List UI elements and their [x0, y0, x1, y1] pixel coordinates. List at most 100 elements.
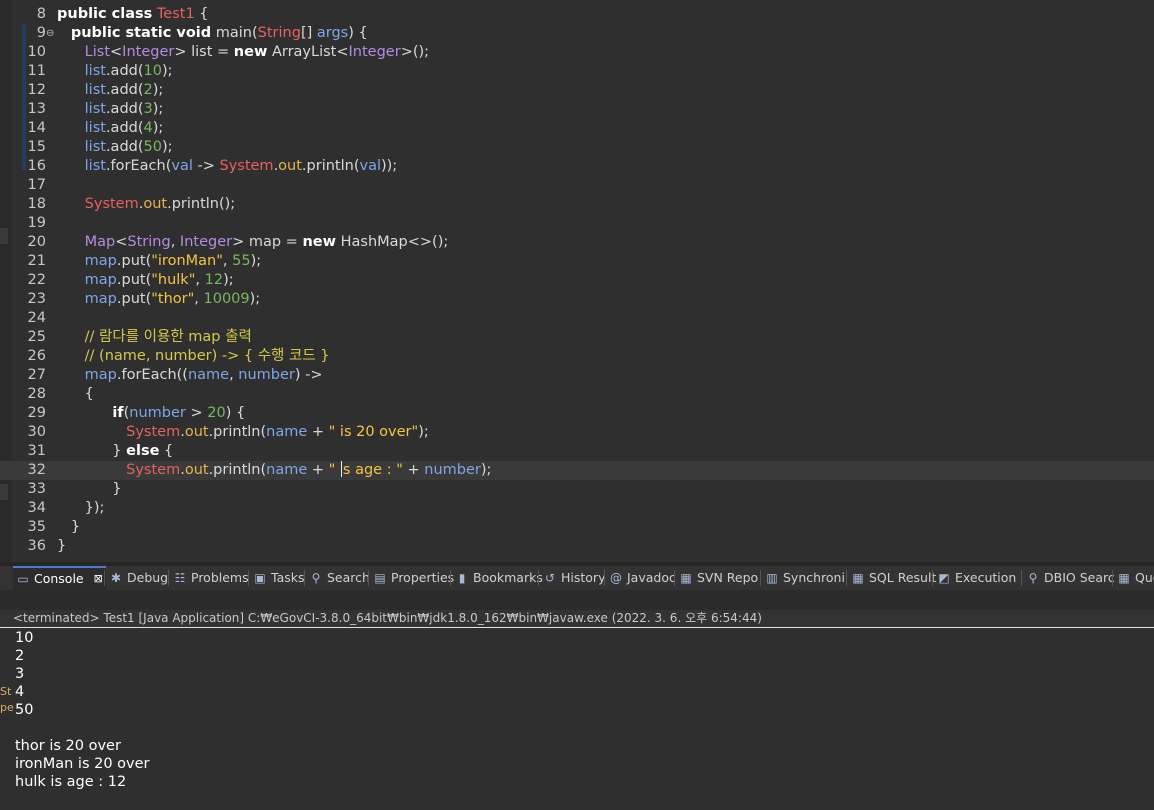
- tab-debug[interactable]: ✱ Debug: [106, 566, 171, 590]
- code-line[interactable]: 32 System.out.println(name + " s age : "…: [0, 461, 1154, 480]
- tab-separator: [760, 570, 761, 586]
- tab-console[interactable]: ▭ Console ⊠: [13, 566, 106, 590]
- code-line[interactable]: 10 List<Integer> list = new ArrayList<In…: [0, 43, 1154, 62]
- code-text: }: [57, 481, 122, 497]
- tab-separator: [248, 570, 249, 586]
- code-line[interactable]: 31 } else {: [0, 442, 1154, 461]
- tab-bookmarks[interactable]: ▮ Bookmarks: [452, 566, 546, 590]
- history-icon: ↺: [544, 571, 556, 585]
- code-text: });: [57, 500, 105, 516]
- console-output-line: ironMan is 20 over: [15, 756, 150, 772]
- code-line[interactable]: 15 list.add(50);: [0, 138, 1154, 157]
- code-line[interactable]: 33 }: [0, 480, 1154, 499]
- side-panel-fragment: St pe: [0, 684, 14, 716]
- side-fragment-text: pe: [0, 701, 14, 714]
- code-line[interactable]: 28 {: [0, 385, 1154, 404]
- code-line[interactable]: 16 list.forEach(val -> System.out.printl…: [0, 157, 1154, 176]
- svn-repo-icon: ▦: [680, 571, 692, 585]
- console-output-line: 3: [15, 666, 25, 682]
- synchronize-icon: ▥: [766, 571, 778, 585]
- console-output-line: 10: [15, 630, 34, 646]
- code-editor[interactable]: 8 public class Test1 { 9 ⊖ public static vo…: [0, 0, 1154, 562]
- execution-icon: ◩: [938, 571, 950, 585]
- code-line[interactable]: 25 // 람다를 이용한 map 출력: [0, 328, 1154, 347]
- line-number: 8: [36, 6, 46, 22]
- tab-label: Console: [34, 571, 84, 586]
- bottom-panel-tabs: ▭ Console ⊠ ✱ Debug ☷ Problems ▣ Tasks ⚲ Search ▤ Pr…: [0, 566, 1154, 590]
- code-text: {: [57, 386, 94, 402]
- code-line[interactable]: 26 // (name, number) -> { 수행 코드 }: [0, 347, 1154, 366]
- close-icon[interactable]: ⊠: [94, 568, 103, 590]
- code-text: }: [57, 519, 81, 535]
- code-text: list.forEach(val -> System.out.println(v…: [84, 158, 398, 174]
- tab-search[interactable]: ⚲ Search: [306, 566, 373, 590]
- sql-result-icon: ▦: [852, 571, 864, 585]
- line-number: 16: [27, 158, 46, 174]
- code-line[interactable]: 20 Map<String, Integer> map = new HashMa…: [0, 233, 1154, 252]
- code-line[interactable]: 34 });: [0, 499, 1154, 518]
- code-text: map.put("ironMan", 55);: [84, 253, 262, 269]
- code-line[interactable]: 21 map.put("ironMan", 55);: [0, 252, 1154, 271]
- tab-label: Debug: [127, 570, 169, 585]
- console-output-line: 2: [15, 648, 25, 664]
- line-number: 9: [36, 25, 46, 41]
- line-number: 12: [27, 82, 46, 98]
- code-line[interactable]: 36}: [0, 537, 1154, 556]
- tab-separator: [1112, 570, 1113, 586]
- line-number: 28: [27, 386, 46, 402]
- console-output[interactable]: 10 2 3 4 50 thor is 20 over ironMan is 20 over…: [15, 629, 1145, 791]
- line-number: 33: [27, 481, 46, 497]
- tab-javadoc[interactable]: @ Javadoc: [606, 566, 679, 590]
- code-text: list.add(4);: [84, 120, 164, 136]
- code-text: list.add(10);: [84, 63, 173, 79]
- code-line[interactable]: 8 public class Test1 {: [0, 5, 1154, 24]
- console-icon: ▭: [17, 572, 29, 586]
- code-line[interactable]: 13 list.add(3);: [0, 100, 1154, 119]
- console-status-bar: <terminated> Test1 [Java Application] C:…: [0, 610, 1154, 628]
- tab-tasks[interactable]: ▣ Tasks: [250, 566, 308, 590]
- code-line[interactable]: 9 ⊖ public static void main(String[] args…: [0, 24, 1154, 43]
- line-number: 21: [27, 253, 46, 269]
- line-number: 24: [27, 310, 46, 326]
- code-line[interactable]: 27 map.forEach((name, number) ->: [0, 366, 1154, 385]
- code-line[interactable]: 12 list.add(2);: [0, 81, 1154, 100]
- line-number: 19: [27, 215, 46, 231]
- code-text: list.add(50);: [84, 139, 173, 155]
- tab-que[interactable]: ▦ Que: [1114, 566, 1154, 590]
- code-text: if(number > 20) {: [112, 405, 246, 421]
- line-number: 13: [27, 101, 46, 117]
- fold-toggle-icon[interactable]: ⊖: [46, 24, 54, 43]
- code-line[interactable]: 23 map.put("thor", 10009);: [0, 290, 1154, 309]
- code-line[interactable]: 24: [0, 309, 1154, 328]
- tab-label: Properties: [391, 570, 455, 585]
- problems-icon: ☷: [174, 571, 186, 585]
- code-line[interactable]: 11 list.add(10);: [0, 62, 1154, 81]
- code-line[interactable]: 30 System.out.println(name + " is 20 ove…: [0, 423, 1154, 442]
- code-text: list.add(3);: [84, 101, 164, 117]
- code-line[interactable]: 29 if(number > 20) {: [0, 404, 1154, 423]
- line-number: 29: [27, 405, 46, 421]
- tab-label: Javadoc: [627, 570, 676, 585]
- code-text: list.add(2);: [84, 82, 164, 98]
- code-line[interactable]: 19: [0, 214, 1154, 233]
- tab-synchroni[interactable]: ▥ Synchroni: [762, 566, 848, 590]
- code-line[interactable]: 18 System.out.println();: [0, 195, 1154, 214]
- tab-separator: [104, 570, 105, 586]
- tab-svn-repo[interactable]: ▦ SVN Repo: [676, 566, 761, 590]
- tab-history[interactable]: ↺ History: [540, 566, 608, 590]
- tab-dbio-searc[interactable]: ⚲ DBIO Searc: [1023, 566, 1118, 590]
- tab-separator: [538, 570, 539, 586]
- code-line[interactable]: 14 list.add(4);: [0, 119, 1154, 138]
- tab-label: Tasks: [271, 570, 305, 585]
- console-output-line: hulk is age : 12: [15, 774, 127, 790]
- tab-problems[interactable]: ☷ Problems: [170, 566, 252, 590]
- tab-execution[interactable]: ◩ Execution: [934, 566, 1019, 590]
- tab-properties[interactable]: ▤ Properties: [370, 566, 457, 590]
- code-line[interactable]: 17: [0, 176, 1154, 195]
- tab-label: Synchroni: [783, 570, 845, 585]
- console-output-line: thor is 20 over: [15, 738, 121, 754]
- code-line[interactable]: 22 map.put("hulk", 12);: [0, 271, 1154, 290]
- tab-sql-result[interactable]: ▦ SQL Result: [848, 566, 939, 590]
- code-text: public class Test1 {: [57, 6, 209, 22]
- code-line[interactable]: 35 }: [0, 518, 1154, 537]
